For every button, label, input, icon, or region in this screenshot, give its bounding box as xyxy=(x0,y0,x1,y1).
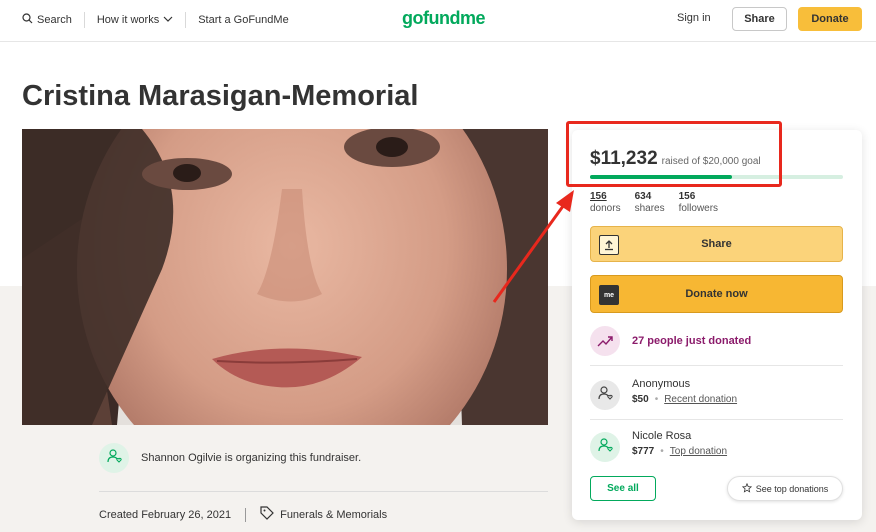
category-label: Funerals & Memorials xyxy=(280,508,388,521)
user-heart-icon xyxy=(597,385,613,406)
stat-followers: 156 followers xyxy=(679,191,718,215)
see-all-button[interactable]: See all xyxy=(590,476,656,501)
gofundme-me-icon: me xyxy=(599,285,619,305)
top-nav: Search How it works Start a GoFundMe gof… xyxy=(0,0,876,42)
donation-card: $11,232 raised of $20,000 goal 156 donor… xyxy=(572,130,862,520)
organizer-text: Shannon Ogilvie is organizing this fundr… xyxy=(141,452,362,464)
header-share-button[interactable]: Share xyxy=(732,7,787,31)
recent-donations-banner: 27 people just donated xyxy=(590,326,751,356)
donor-item: Anonymous $50 • Recent donation xyxy=(590,378,737,410)
donor-info: Nicole Rosa $777 • Top donation xyxy=(632,430,727,457)
donate-now-label: Donate now xyxy=(685,288,748,300)
header-donate-button[interactable]: Donate xyxy=(798,7,862,31)
stat-donors-label: donors xyxy=(590,203,621,214)
search-link[interactable]: Search xyxy=(22,12,85,28)
campaign-photo xyxy=(22,129,548,425)
start-gofundme-link[interactable]: Start a GoFundMe xyxy=(198,12,301,28)
donor-name: Nicole Rosa xyxy=(632,430,692,442)
see-top-donations-button[interactable]: See top donations xyxy=(727,476,843,501)
campaign-meta: Created February 26, 2021 Funerals & Mem… xyxy=(99,506,387,523)
donor-info: Anonymous $50 • Recent donation xyxy=(632,378,737,405)
divider xyxy=(590,365,843,366)
signin-link[interactable]: Sign in xyxy=(677,12,711,24)
gofundme-logo[interactable]: gofundme xyxy=(402,8,486,29)
user-heart-icon xyxy=(106,448,122,469)
how-it-works-link[interactable]: How it works xyxy=(96,12,187,28)
stat-donors-value: 156 xyxy=(590,191,607,202)
nav-left-group: Search How it works Start a GoFundMe xyxy=(22,12,313,28)
donor-avatar xyxy=(590,380,620,410)
organizer-avatar xyxy=(99,443,129,473)
page-title: Cristina Marasigan-Memorial xyxy=(22,80,419,112)
stat-shares-value: 634 xyxy=(634,191,652,202)
category-link[interactable]: Funerals & Memorials xyxy=(260,506,387,523)
search-icon xyxy=(22,13,33,27)
donate-now-button[interactable]: me Donate now xyxy=(590,275,843,313)
share-button[interactable]: Share xyxy=(590,226,843,262)
recent-donations-text: 27 people just donated xyxy=(632,335,752,347)
dot-separator: • xyxy=(654,394,659,405)
donor-line: $777 • Top donation xyxy=(632,446,727,457)
annotation-highlight-box xyxy=(566,121,782,187)
stat-donors[interactable]: 156 donors xyxy=(590,191,621,215)
see-top-donations-label: See top donations xyxy=(755,483,829,494)
chevron-down-icon xyxy=(163,14,173,26)
share-icon xyxy=(599,235,619,255)
stat-followers-label: followers xyxy=(678,203,719,214)
divider xyxy=(99,491,548,492)
share-label: Share xyxy=(701,238,732,250)
start-gofundme-label: Start a GoFundMe xyxy=(198,14,289,26)
donor-line: $50 • Recent donation xyxy=(632,394,737,405)
divider xyxy=(590,419,843,420)
stat-shares: 634 shares xyxy=(635,191,665,215)
campaign-stats: 156 donors 634 shares 156 followers xyxy=(590,191,718,215)
dot-separator: • xyxy=(660,446,664,457)
stat-followers-value: 156 xyxy=(678,191,696,202)
donor-avatar xyxy=(590,432,620,462)
meta-separator xyxy=(245,507,247,522)
donor-amount: $777 xyxy=(632,446,655,457)
created-date: Created February 26, 2021 xyxy=(99,508,232,521)
top-donation-link[interactable]: Top donation xyxy=(670,446,727,457)
user-heart-icon xyxy=(597,437,613,458)
trending-up-icon xyxy=(590,326,620,356)
tag-icon xyxy=(260,506,274,523)
donor-name: Anonymous xyxy=(632,378,691,390)
star-icon xyxy=(741,482,752,495)
donor-amount: $50 xyxy=(632,394,649,405)
how-it-works-label: How it works xyxy=(96,14,160,26)
stat-shares-label: shares xyxy=(634,203,665,214)
donor-item: Nicole Rosa $777 • Top donation xyxy=(590,430,727,462)
recent-donation-link[interactable]: Recent donation xyxy=(664,394,737,405)
search-label: Search xyxy=(37,14,72,26)
